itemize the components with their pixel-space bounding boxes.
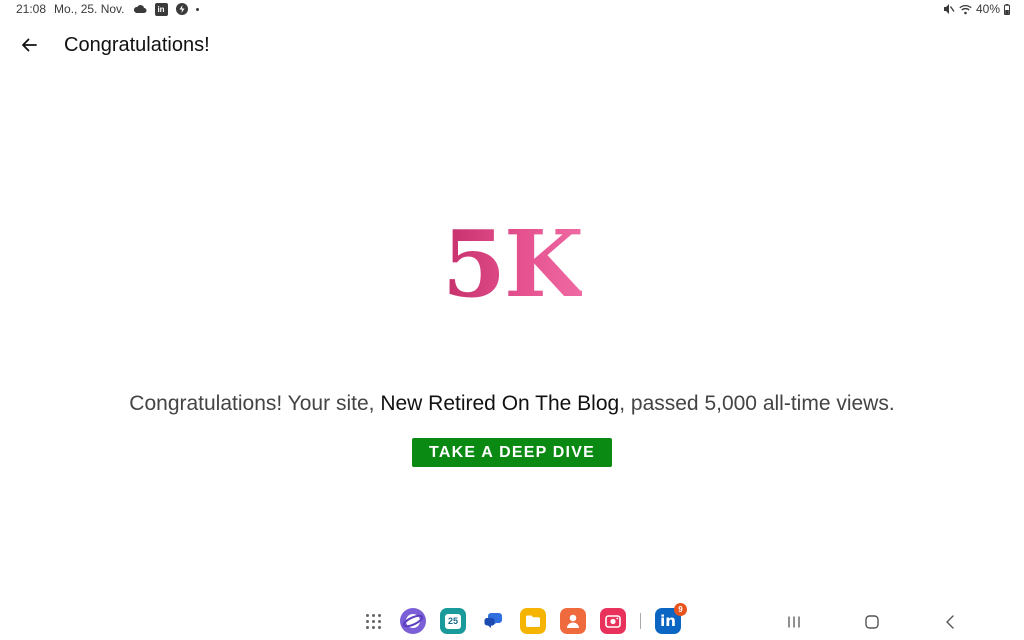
dock-divider [640, 613, 641, 629]
site-name: New Retired On The Blog [380, 392, 620, 415]
notification-badge: 9 [674, 603, 687, 616]
taskbar: 25 in 9 [0, 603, 1024, 640]
status-date: Mo., 25. Nov. [54, 2, 125, 16]
back-button[interactable] [14, 30, 44, 60]
linkedin-icon: in [154, 2, 168, 16]
contacts-icon[interactable] [560, 608, 586, 634]
messages-icon[interactable] [480, 608, 506, 634]
message-prefix: Congratulations! Your site, [129, 392, 375, 415]
back-nav-icon[interactable] [938, 612, 962, 632]
page-title: Congratulations! [64, 34, 210, 56]
back-arrow-icon [22, 38, 37, 52]
status-bar: 21:08 Mo., 25. Nov. in 40% [0, 0, 1024, 20]
my-files-icon[interactable] [520, 608, 546, 634]
linkedin-app-label: in [660, 612, 676, 630]
milestone-graphic: 5K [0, 214, 1024, 314]
app-drawer-icon[interactable] [360, 608, 386, 634]
cloud-icon [133, 4, 147, 14]
congrats-message: Congratulations! Your site, New Retired … [0, 392, 1024, 416]
app-bar: Congratulations! [0, 22, 1024, 68]
screen-recorder-icon[interactable] [600, 608, 626, 634]
mute-icon [943, 3, 955, 15]
calendar-icon[interactable]: 25 [440, 608, 466, 634]
recents-icon[interactable] [782, 612, 806, 632]
battery-icon [1004, 3, 1010, 15]
dock: 25 in 9 [360, 603, 687, 634]
linkedin-app-icon[interactable]: in 9 [655, 603, 687, 634]
dot-icon [195, 7, 199, 11]
samsung-internet-icon[interactable] [400, 608, 426, 634]
message-suffix: , passed 5,000 all-time views. [619, 392, 895, 415]
milestone-text: 5K [442, 210, 584, 318]
home-icon[interactable] [860, 612, 884, 632]
calendar-day: 25 [447, 616, 458, 626]
take-a-deep-dive-button[interactable]: TAKE A DEEP DIVE [412, 438, 612, 467]
wifi-icon [959, 4, 972, 15]
screen: 21:08 Mo., 25. Nov. in 40% Congratulatio… [0, 0, 1024, 640]
bolt-icon [175, 3, 188, 15]
status-right: 40% [943, 2, 1010, 16]
status-time: 21:08 [16, 2, 47, 16]
battery-percent: 40% [975, 2, 1000, 16]
status-left: 21:08 Mo., 25. Nov. in [16, 2, 199, 16]
